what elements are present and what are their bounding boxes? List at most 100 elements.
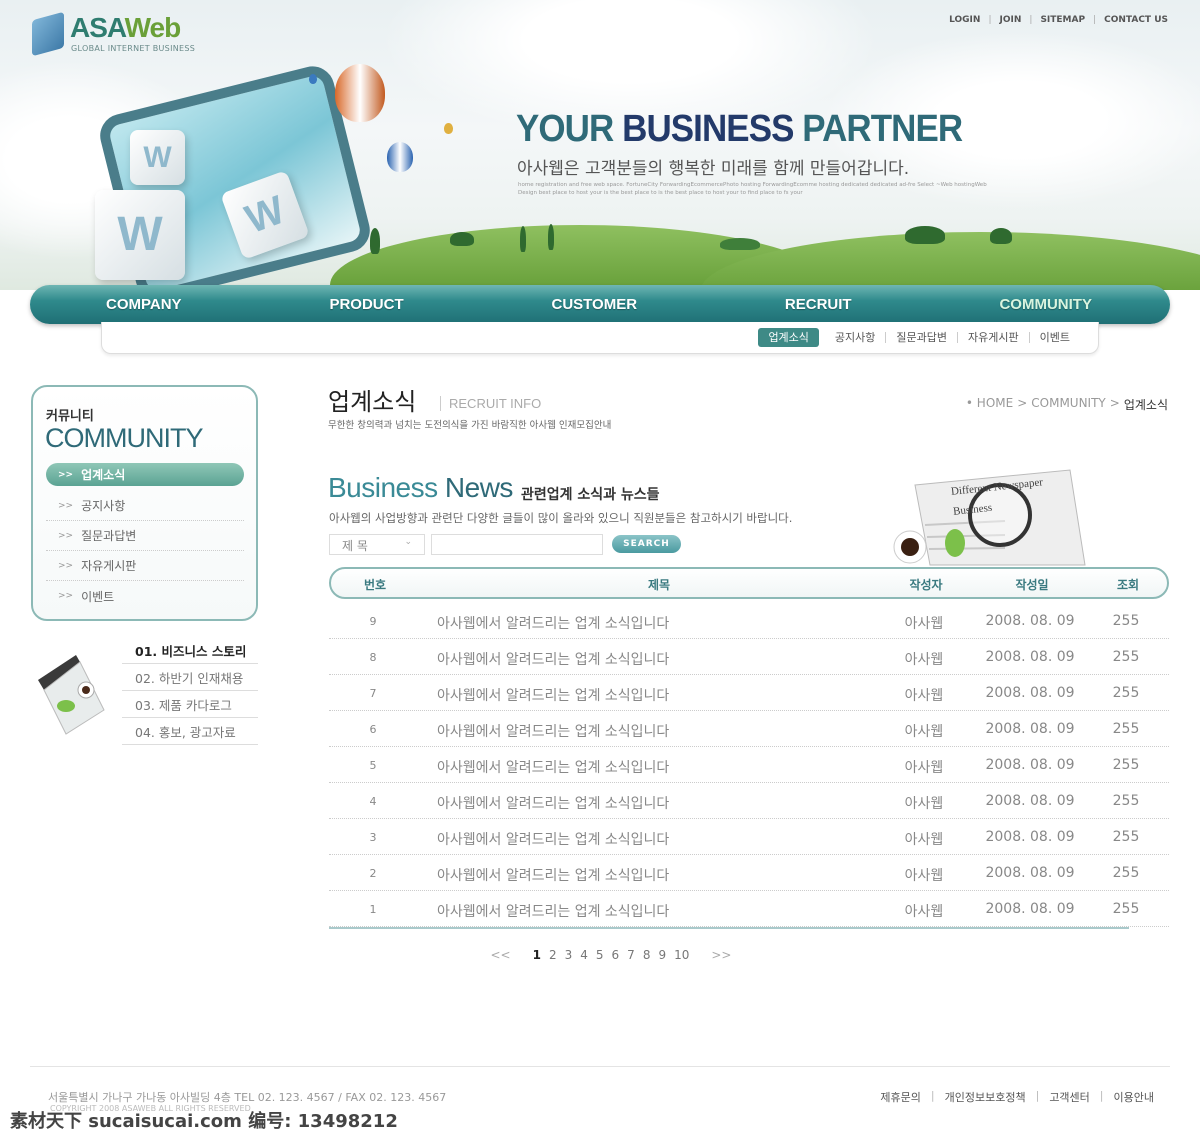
subnav-qna[interactable]: 질문과답변 — [885, 332, 957, 343]
breadcrumb-community[interactable]: COMMUNITY — [1031, 396, 1106, 413]
footer-link-partnership[interactable]: 제휴문의 — [880, 1089, 920, 1105]
table-row[interactable]: 8 아사웹에서 알려드리는 업계 소식입니다 아사웹 2008. 08. 09 255 — [329, 639, 1169, 675]
row-title[interactable]: 아사웹에서 알려드리는 업계 소식입니다 — [437, 613, 917, 633]
row-number: 2 — [369, 867, 377, 880]
table-row[interactable]: 5 아사웹에서 알려드리는 업계 소식입니다 아사웹 2008. 08. 09 255 — [329, 747, 1169, 783]
sitemap-link[interactable]: SITEMAP — [1040, 15, 1085, 25]
row-views: 255 — [1112, 721, 1140, 737]
row-title[interactable]: 아사웹에서 알려드리는 업계 소식입니다 — [437, 829, 917, 849]
col-date: 작성일 — [1015, 578, 1049, 592]
row-title[interactable]: 아사웹에서 알려드리는 업계 소식입니다 — [437, 865, 917, 885]
table-row[interactable]: 1 아사웹에서 알려드리는 업계 소식입니다 아사웹 2008. 08. 09 255 — [329, 891, 1169, 927]
logo[interactable]: ASAWeb — [70, 12, 181, 44]
subnav-notice[interactable]: 공지사항 — [825, 332, 885, 343]
row-date: 2008. 08. 09 — [985, 757, 1075, 773]
story-link[interactable]: 04. 홍보, 광고자료 — [122, 718, 258, 745]
row-author: 아사웹 — [904, 724, 944, 740]
story-link[interactable]: 03. 제품 카다로그 — [122, 691, 258, 718]
page-9-link[interactable]: 9 — [658, 948, 666, 962]
sidebar-item-qna[interactable]: >> 질문과답변 — [46, 521, 244, 551]
footer-link-support[interactable]: 고객센터 — [1049, 1089, 1089, 1105]
breadcrumb-home[interactable]: • HOME — [966, 396, 1013, 413]
footer-link-privacy[interactable]: 개인정보보호정책 — [945, 1089, 1026, 1105]
search-field-select[interactable]: 제 목 ⌄ — [329, 534, 425, 555]
laptop-illustration — [38, 655, 105, 735]
row-date: 2008. 08. 09 — [985, 721, 1075, 737]
nav-community[interactable]: COMMUNITY — [999, 296, 1092, 313]
nav-recruit[interactable]: RECRUIT — [785, 296, 852, 313]
row-views: 255 — [1112, 757, 1140, 773]
sidebar-item-free-board[interactable]: >> 자유게시판 — [46, 551, 244, 581]
row-views: 255 — [1112, 901, 1140, 917]
col-author: 작성자 — [909, 578, 943, 592]
table-row[interactable]: 6 아사웹에서 알려드리는 업계 소식입니다 아사웹 2008. 08. 09 255 — [329, 711, 1169, 747]
watermark: 素材天下 sucaisucai.com 编号: 13498212 — [10, 1111, 398, 1132]
row-views: 255 — [1112, 685, 1140, 701]
table-row[interactable]: 7 아사웹에서 알려드리는 업계 소식입니다 아사웹 2008. 08. 09 255 — [329, 675, 1169, 711]
page-subtitle: RECRUIT INFO — [440, 396, 541, 411]
col-number: 번호 — [363, 578, 387, 592]
contact-link[interactable]: CONTACT US — [1104, 15, 1168, 25]
row-title[interactable]: 아사웹에서 알려드리는 업계 소식입니다 — [437, 685, 917, 705]
chevron-right-icon: >> — [58, 591, 74, 601]
chevron-right-icon: >> — [58, 560, 74, 571]
row-author: 아사웹 — [904, 904, 944, 920]
pagination: << 1 2 3 4 5 6 7 8 9 10 >> — [0, 948, 1200, 962]
sidebar-title-kr: 커뮤니티 — [46, 409, 94, 424]
join-link[interactable]: JOIN — [1000, 15, 1022, 25]
sub-nav: 업계소식 공지사항 질문과답변 자유게시판 이벤트 — [101, 322, 1099, 354]
page-2-link[interactable]: 2 — [549, 948, 557, 962]
col-views: 조회 — [1116, 578, 1140, 592]
main-nav: COMPANY PRODUCT CUSTOMER RECRUIT COMMUNI… — [30, 285, 1170, 324]
page-1-link[interactable]: 1 — [533, 948, 541, 962]
row-date: 2008. 08. 09 — [985, 649, 1075, 665]
nav-company[interactable]: COMPANY — [106, 296, 182, 313]
subnav-event[interactable]: 이벤트 — [1028, 332, 1080, 343]
table-row[interactable]: 3 아사웹에서 알려드리는 업계 소식입니다 아사웹 2008. 08. 09 255 — [329, 819, 1169, 855]
sidebar-menu: 커뮤니티 COMMUNITY >> 업계소식 >> 공지사항 >> 질문과답변 >> 자… — [31, 385, 258, 621]
row-title[interactable]: 아사웹에서 알려드리는 업계 소식입니다 — [437, 793, 917, 813]
row-views: 255 — [1112, 649, 1140, 665]
login-link[interactable]: LOGIN — [949, 15, 980, 25]
footer-links: 제휴문의 | 개인정보보호정책 | 고객센터 | 이용안내 — [880, 1089, 1154, 1105]
page-5-link[interactable]: 5 — [596, 948, 604, 962]
row-title[interactable]: 아사웹에서 알려드리는 업계 소식입니다 — [437, 757, 917, 777]
row-date: 2008. 08. 09 — [985, 901, 1075, 917]
row-views: 255 — [1112, 613, 1140, 629]
balloon-illustration — [444, 123, 453, 134]
page-10-link[interactable]: 10 — [674, 948, 689, 962]
next-page-button[interactable]: >> — [711, 948, 731, 962]
subnav-free-board[interactable]: 자유게시판 — [957, 332, 1029, 343]
nav-product[interactable]: PRODUCT — [329, 296, 403, 313]
footer-link-guide[interactable]: 이용안내 — [1114, 1089, 1154, 1105]
chevron-down-icon: ⌄ — [404, 537, 412, 547]
row-date: 2008. 08. 09 — [985, 865, 1075, 881]
page-7-link[interactable]: 7 — [627, 948, 635, 962]
row-title[interactable]: 아사웹에서 알려드리는 업계 소식입니다 — [437, 721, 917, 741]
row-title[interactable]: 아사웹에서 알려드리는 업계 소식입니다 — [437, 649, 917, 669]
story-link[interactable]: 01. 비즈니스 스토리 — [122, 637, 258, 664]
board-description: 아사웹의 사업방향과 관련단 다양한 글들이 많이 올라와 있으니 직원분들은 … — [329, 511, 793, 525]
sidebar-item-industry-news[interactable]: >> 업계소식 — [46, 463, 244, 486]
subnav-industry-news[interactable]: 업계소식 — [758, 328, 819, 347]
page-8-link[interactable]: 8 — [643, 948, 651, 962]
table-row[interactable]: 2 아사웹에서 알려드리는 업계 소식입니다 아사웹 2008. 08. 09 255 — [329, 855, 1169, 891]
prev-page-button[interactable]: << — [491, 948, 511, 962]
row-title[interactable]: 아사웹에서 알려드리는 업계 소식입니다 — [437, 901, 917, 921]
banner-headline: YOUR BUSINESS PARTNER — [516, 108, 963, 150]
nav-customer[interactable]: CUSTOMER — [551, 296, 637, 313]
table-row[interactable]: 9 아사웹에서 알려드리는 업계 소식입니다 아사웹 2008. 08. 09 255 — [329, 603, 1169, 639]
page-3-link[interactable]: 3 — [565, 948, 573, 962]
sidebar-item-notice[interactable]: >> 공지사항 — [46, 491, 244, 521]
chevron-right-icon: >> — [58, 500, 74, 511]
balloon-illustration — [335, 64, 385, 122]
story-link[interactable]: 02. 하반기 인재채용 — [122, 664, 258, 691]
table-row[interactable]: 4 아사웹에서 알려드리는 업계 소식입니다 아사웹 2008. 08. 09 255 — [329, 783, 1169, 819]
balloon-illustration — [387, 142, 413, 172]
row-number: 5 — [369, 759, 377, 772]
sidebar-item-event[interactable]: >> 이벤트 — [46, 581, 244, 611]
search-input[interactable] — [431, 534, 603, 555]
search-button[interactable]: SEARCH — [612, 535, 681, 553]
page-6-link[interactable]: 6 — [612, 948, 620, 962]
page-4-link[interactable]: 4 — [580, 948, 588, 962]
